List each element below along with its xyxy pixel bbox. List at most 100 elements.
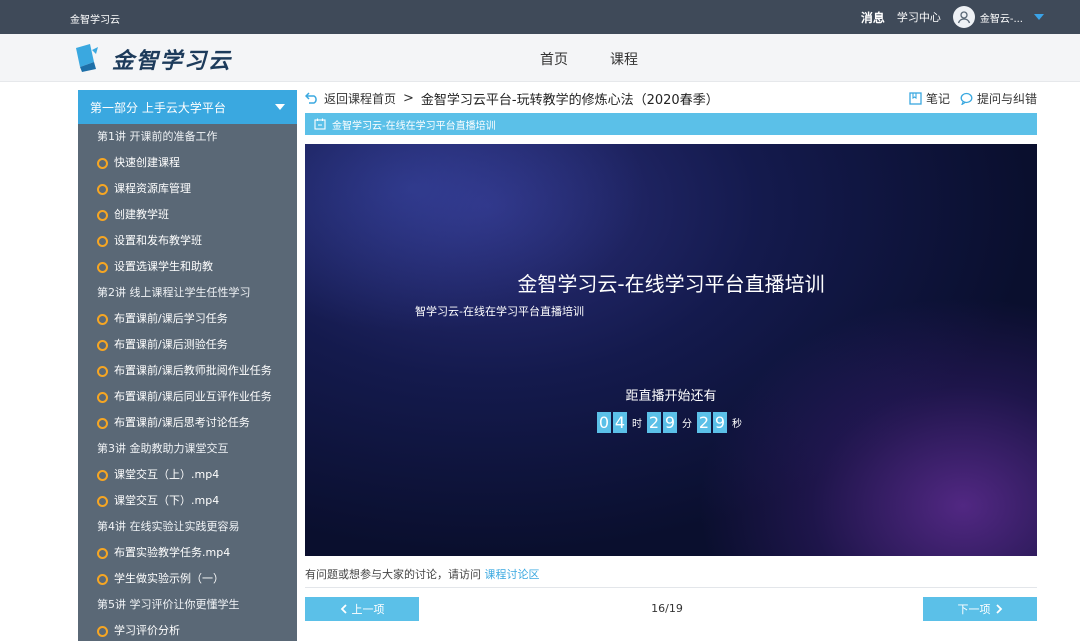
discussion-text: 有问题或想参与大家的讨论，请访问 <box>305 568 481 581</box>
outline-chapter[interactable]: 第3讲 金助教助力课堂交互 <box>78 436 297 462</box>
outline-chapter[interactable]: 第4讲 在线实验让实践更容易 <box>78 514 297 540</box>
outline-item[interactable]: 布置课前/课后教师批阅作业任务 <box>78 358 297 384</box>
outline-item[interactable]: 布置课前/课后同业互评作业任务 <box>78 384 297 410</box>
outline-item[interactable]: 布置实验教学任务.mp4 <box>78 540 297 566</box>
outline-item[interactable]: 课堂交互（上）.mp4 <box>78 462 297 488</box>
outline-item[interactable]: 创建教学班 <box>78 202 297 228</box>
lesson-title-bar: 金智学习云-在线在学习平台直播培训 <box>305 113 1037 135</box>
outline-item-label[interactable]: 布置课前/课后教师批阅作业任务 <box>114 358 272 384</box>
outline-item-label[interactable]: 布置课前/课后思考讨论任务 <box>114 410 250 436</box>
chevron-down-icon[interactable] <box>1034 14 1044 20</box>
learning-center-link[interactable]: 学习中心 <box>897 9 941 25</box>
back-label[interactable]: 返回课程首页 <box>324 90 396 107</box>
status-ring-icon <box>97 495 108 507</box>
outline-item-label[interactable]: 学生做实验示例（一） <box>114 566 224 592</box>
outline-chapter[interactable]: 第2讲 线上课程让学生任性学习 <box>78 280 297 306</box>
outline-item-label[interactable]: 布置课前/课后学习任务 <box>114 306 228 332</box>
logo-icon <box>70 40 104 78</box>
site-name: 金智学习云 <box>70 15 120 26</box>
outline-item-label[interactable]: 课堂交互（上）.mp4 <box>114 462 219 488</box>
breadcrumb: 返回课程首页 > 金智学习云平台-玩转教学的修炼心法（2020春季） 笔记 提问… <box>305 88 1037 108</box>
hour-digit: 4 <box>613 412 627 433</box>
outline-item[interactable]: 设置和发布教学班 <box>78 228 297 254</box>
outline-item[interactable]: 学习评价分析 <box>78 618 297 641</box>
outline-item[interactable]: 快速创建课程 <box>78 150 297 176</box>
status-ring-icon <box>97 209 108 221</box>
discussion-hint: 有问题或想参与大家的讨论，请访问 课程讨论区 <box>305 566 540 582</box>
chevron-right-icon <box>995 604 1002 614</box>
next-label[interactable]: 下一项 <box>958 601 991 617</box>
notes-icon <box>909 91 922 105</box>
outline-item[interactable]: 设置选课学生和助教 <box>78 254 297 280</box>
lesson-tools: 笔记 提问与纠错 <box>909 90 1037 107</box>
ask-label[interactable]: 提问与纠错 <box>977 90 1037 107</box>
status-ring-icon <box>97 391 108 403</box>
outline-item-label[interactable]: 设置选课学生和助教 <box>114 254 213 280</box>
status-ring-icon <box>97 157 108 169</box>
ask-button[interactable]: 提问与纠错 <box>960 90 1037 107</box>
outline-item[interactable]: 课程资源库管理 <box>78 176 297 202</box>
notes-button[interactable]: 笔记 <box>909 90 950 107</box>
minute-unit: 分 <box>682 419 692 430</box>
outline-chapter[interactable]: 第1讲 开课前的准备工作 <box>78 124 297 150</box>
minute-digit: 9 <box>663 412 677 433</box>
user-name[interactable]: 金智云-... <box>980 10 1023 25</box>
chevron-left-icon <box>340 604 347 614</box>
logo[interactable]: 金智学习云 <box>70 40 232 78</box>
avatar-icon[interactable] <box>952 6 975 28</box>
previous-button[interactable]: 上一项 <box>305 597 419 621</box>
top-bar-right: 消息 学习中心 金智云-... <box>861 0 1044 34</box>
hour-digit: 0 <box>597 412 611 433</box>
hour-unit: 时 <box>632 419 642 430</box>
minute-digit: 2 <box>647 412 661 433</box>
outline-item-label[interactable]: 布置课前/课后测验任务 <box>114 332 228 358</box>
notes-label[interactable]: 笔记 <box>926 90 950 107</box>
sidebar-section-header[interactable]: 第一部分 上手云大学平台 <box>78 90 297 124</box>
status-ring-icon <box>97 469 108 481</box>
outline-item-label[interactable]: 布置实验教学任务.mp4 <box>114 540 230 566</box>
main-header: 金智学习云 首页 课程 <box>0 34 1080 82</box>
status-ring-icon <box>97 625 108 637</box>
back-to-course-link[interactable]: 返回课程首页 <box>305 90 396 107</box>
user-menu[interactable]: 金智云-... <box>952 6 1044 28</box>
previous-label[interactable]: 上一项 <box>352 601 385 617</box>
status-ring-icon <box>97 339 108 351</box>
outline-item-label[interactable]: 创建教学班 <box>114 202 169 228</box>
page-indicator: 16/19 <box>651 602 683 615</box>
main-nav: 首页 课程 <box>540 49 638 69</box>
calendar-icon <box>314 118 326 130</box>
breadcrumb-separator: > <box>403 90 414 106</box>
sidebar-section-title: 第一部分 上手云大学平台 <box>90 100 226 115</box>
live-video-player[interactable]: 金智学习云-在线学习平台直播培训 智学习云-在线在学习平台直播培训 距直播开始还… <box>305 144 1037 556</box>
outline-item[interactable]: 课堂交互（下）.mp4 <box>78 488 297 514</box>
outline-item-label[interactable]: 课堂交互（下）.mp4 <box>114 488 219 514</box>
top-bar: 金智学习云 消息 学习中心 金智云-... <box>0 0 1080 34</box>
outline-chapter[interactable]: 第5讲 学习评价让你更懂学生 <box>78 592 297 618</box>
next-button[interactable]: 下一项 <box>923 597 1037 621</box>
outline-item-label[interactable]: 快速创建课程 <box>114 150 180 176</box>
status-ring-icon <box>97 313 108 325</box>
discussion-link[interactable]: 课程讨论区 <box>485 568 540 581</box>
outline-item[interactable]: 布置课前/课后学习任务 <box>78 306 297 332</box>
status-ring-icon <box>97 417 108 429</box>
outline-item[interactable]: 布置课前/课后思考讨论任务 <box>78 410 297 436</box>
outline-item-label[interactable]: 课程资源库管理 <box>114 176 191 202</box>
countdown-label: 距直播开始还有 <box>625 389 717 404</box>
outline-list: 第1讲 开课前的准备工作 快速创建课程 课程资源库管理 创建教学班 设置和发布教学班 设置… <box>78 124 297 641</box>
messages-link[interactable]: 消息 <box>861 9 885 26</box>
back-arrow-icon <box>305 92 317 104</box>
nav-home[interactable]: 首页 <box>540 49 568 69</box>
outline-item-label[interactable]: 布置课前/课后同业互评作业任务 <box>114 384 272 410</box>
question-icon <box>960 92 973 105</box>
outline-item-label[interactable]: 设置和发布教学班 <box>114 228 202 254</box>
course-outline-sidebar: 第一部分 上手云大学平台 第1讲 开课前的准备工作 快速创建课程 课程资源库管理 创建… <box>78 90 297 641</box>
second-digit: 2 <box>697 412 711 433</box>
countdown-timer: 0 4 时 2 9 分 2 9 秒 <box>305 412 1037 433</box>
logo-text: 金智学习云 <box>112 49 233 74</box>
nav-courses[interactable]: 课程 <box>610 49 638 69</box>
outline-item[interactable]: 布置课前/课后测验任务 <box>78 332 297 358</box>
outline-item[interactable]: 学生做实验示例（一） <box>78 566 297 592</box>
status-ring-icon <box>97 365 108 377</box>
chevron-down-icon[interactable] <box>275 104 285 110</box>
outline-item-label[interactable]: 学习评价分析 <box>114 618 180 641</box>
